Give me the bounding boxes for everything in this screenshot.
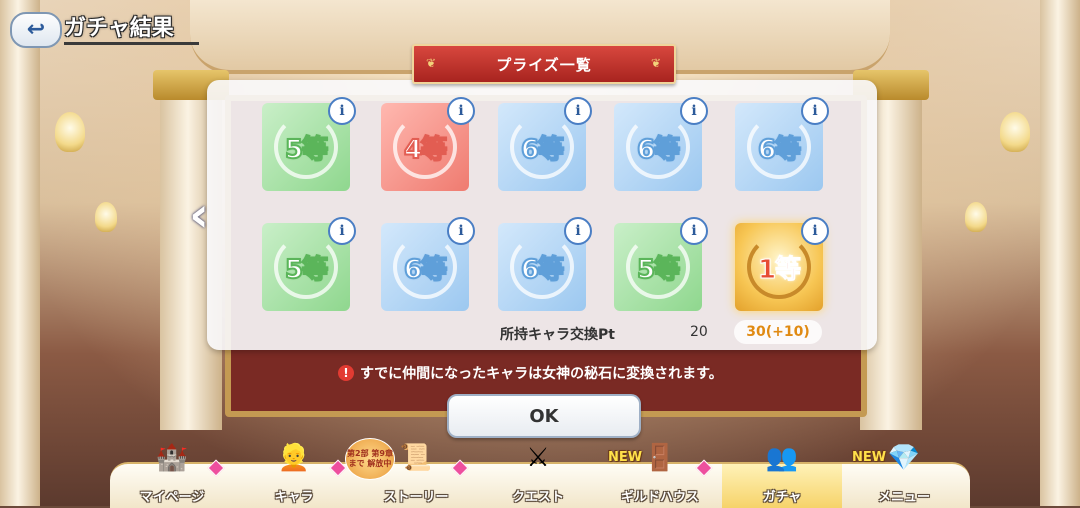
nav-item[interactable]: 👱 キャラ [234,443,354,508]
nav-label: キャラ [274,490,314,505]
previous-page-button[interactable]: ‹ [180,185,218,245]
pillar [0,0,40,506]
nav-label: ストーリー [383,490,449,505]
page-title: ガチャ結果 [64,16,174,41]
gacha-characters-icon: 👥 [765,443,799,473]
story-progress-badge: 第2部 第9章まで 解放中 [345,438,395,480]
prize-tile: 5等 i [262,217,356,311]
exchange-points-current: 20 [690,324,708,340]
nav-item[interactable]: 💎 NEW メニュー [844,443,964,508]
info-icon[interactable]: i [680,217,708,245]
new-badge: NEW [852,450,887,465]
prize-list-ribbon: ❦ プライズ一覧 ❦ [412,44,676,84]
sword-shield-icon: ⚔ [526,443,550,473]
nav-label: マイページ [139,490,205,505]
ornament-icon: ❦ [426,56,438,70]
nav-item[interactable]: 🚪 NEW ギルドハウス [600,443,720,508]
conversion-notice: ! すでに仲間になったキャラは女神の秘石に変換されます。 [338,363,723,383]
lamp-icon [55,112,85,152]
prize-grade: 6等 [757,134,802,166]
lamp-icon [965,202,987,232]
prize-grade: 4等 [403,134,448,166]
prize-grade: 5等 [636,254,681,286]
prize-tile: 1等 i [735,217,829,311]
notification-diamond-icon [451,459,469,477]
prize-tile: 6等 i [498,97,592,191]
prize-tile: 6等 i [735,97,829,191]
scroll-icon: 📜 [399,443,433,473]
new-badge: NEW [608,450,643,465]
prize-tile: 6等 i [381,217,475,311]
character-icon: 👱 [277,443,311,473]
pillar [1040,0,1080,506]
exchange-points-label: 所持キャラ交換Pt [500,327,615,343]
nav-item[interactable]: ⚔ クエスト [478,443,598,508]
warning-icon: ! [338,365,354,381]
info-icon[interactable]: i [564,97,592,125]
info-icon[interactable]: i [328,97,356,125]
lamp-icon [95,202,117,232]
nav-label: ギルドハウス [620,490,699,505]
notification-diamond-icon [207,459,225,477]
prize-grade: 5等 [284,254,329,286]
door-icon: 🚪 [643,443,677,473]
nav-label: メニュー [877,490,930,505]
back-button[interactable]: ↩ [10,12,62,48]
prize-list-title: プライズ一覧 [496,55,592,74]
info-icon[interactable]: i [564,217,592,245]
lamp-icon [1000,112,1030,152]
nav-label: クエスト [511,490,564,505]
exchange-points-new: 30(+10) [734,320,822,344]
info-icon[interactable]: i [447,97,475,125]
notification-diamond-icon [329,459,347,477]
prize-grade: 6等 [636,134,681,166]
prize-grade: 5等 [284,134,329,166]
back-arrow-icon: ↩ [26,17,46,42]
info-icon[interactable]: i [680,97,708,125]
ornament-icon: ❦ [650,56,662,70]
prize-grade: 6等 [403,254,448,286]
prize-tile: 6等 i [614,97,708,191]
nav-label: ガチャ [762,490,802,505]
prize-grade: 6等 [520,254,565,286]
prize-tile: 6等 i [498,217,592,311]
castle-icon: 🏰 [155,443,189,473]
nav-item[interactable]: 👥 ガチャ [722,443,842,508]
info-icon[interactable]: i [801,217,829,245]
crystal-icon: 💎 [887,443,921,473]
info-icon[interactable]: i [447,217,475,245]
prize-tile: 5等 i [614,217,708,311]
conversion-notice-text: すでに仲間になったキャラは女神の秘石に変換されます。 [360,366,723,382]
info-icon[interactable]: i [328,217,356,245]
title-underline [64,42,199,45]
prize-grade: 6等 [520,134,565,166]
nav-item[interactable]: 🏰 マイページ [112,443,232,508]
prize-tile: 5等 i [262,97,356,191]
prize-tile: 4等 i [381,97,475,191]
bottom-nav: 🏰 マイページ 👱 キャラ 📜 ストーリー ⚔ クエスト 🚪 NEW ギルドハウス 👥 ガチャ 💎 NEW メ… [110,443,970,508]
exchange-points-row: 所持キャラ交換Pt 20 30(+10) [500,320,822,346]
info-icon[interactable]: i [801,97,829,125]
notification-diamond-icon [695,459,713,477]
prize-grade: 1等 [757,254,801,285]
ok-button[interactable]: OK [447,394,641,438]
